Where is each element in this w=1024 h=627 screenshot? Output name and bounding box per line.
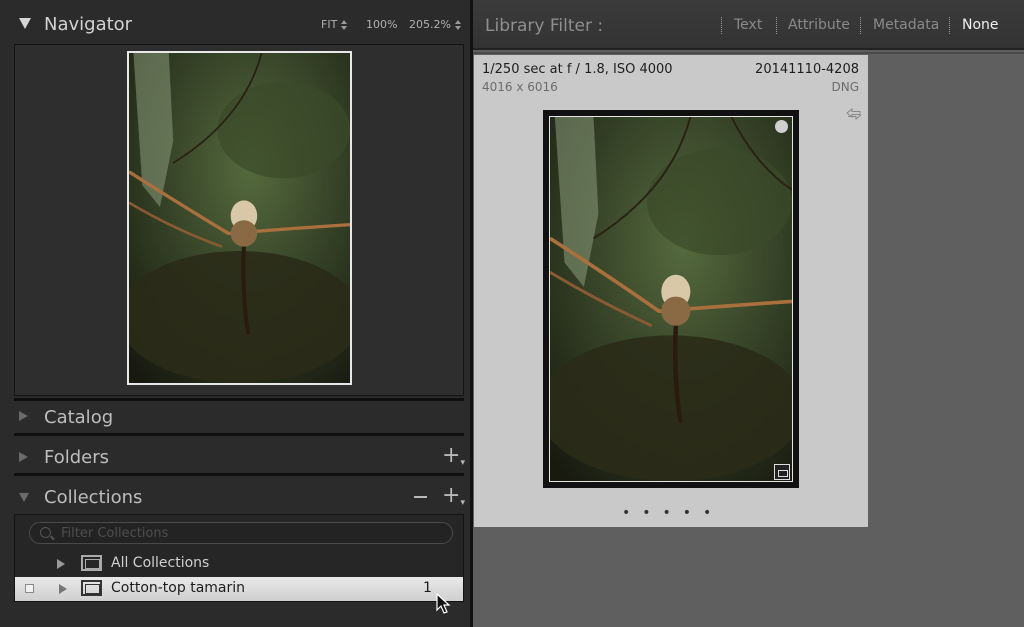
separator	[949, 17, 950, 34]
divider	[473, 52, 1024, 54]
catalog-panel-header[interactable]: Catalog	[0, 398, 470, 436]
collections-panel-header[interactable]: Collections +▾	[0, 478, 470, 516]
add-folder-plus-icon[interactable]: +▾	[442, 445, 465, 468]
filter-text-option[interactable]: Text	[734, 17, 762, 33]
separator	[860, 17, 861, 34]
collection-name: Cotton-top tamarin	[111, 580, 246, 596]
filter-collections-input[interactable]: Filter Collections	[29, 522, 453, 544]
collection-icon	[81, 580, 102, 596]
rating-dots[interactable]: •••••	[622, 505, 723, 521]
disclosure-triangle-down-icon[interactable]	[19, 18, 31, 29]
separator	[776, 17, 777, 34]
divider	[14, 433, 464, 436]
divider	[14, 473, 464, 476]
filter-attribute-option[interactable]: Attribute	[788, 17, 850, 33]
catalog-title: Catalog	[44, 407, 114, 428]
file-type: DNG	[831, 80, 859, 94]
target-collection-checkbox[interactable]	[25, 584, 34, 593]
filter-none-option[interactable]: None	[962, 17, 999, 33]
collection-row-selected[interactable]: Cotton-top tamarin 1	[15, 577, 463, 601]
disclosure-triangle-right-icon[interactable]	[59, 584, 67, 594]
disclosure-triangle-down-icon[interactable]	[19, 493, 29, 502]
magnifier-icon	[40, 527, 51, 538]
collection-row-all[interactable]: All Collections	[15, 552, 463, 576]
separator	[721, 17, 722, 34]
photo-thumbnail[interactable]	[549, 116, 793, 482]
zoom-fit-option[interactable]: FIT	[321, 18, 348, 31]
library-filter-label: Library Filter :	[485, 16, 604, 36]
collection-name: All Collections	[111, 555, 210, 571]
navigator-image[interactable]	[127, 51, 352, 385]
up-down-arrows-icon	[454, 20, 461, 30]
dimensions: 4016 x 6016	[482, 80, 558, 94]
filename: 20141110-4208	[755, 62, 859, 77]
zoom-100-option[interactable]: 100%	[366, 18, 397, 31]
navigator-title: Navigator	[44, 14, 133, 35]
up-down-arrows-icon	[340, 20, 348, 30]
mouse-pointer-icon	[436, 593, 451, 614]
disclosure-triangle-right-icon[interactable]	[19, 452, 28, 462]
collections-title: Collections	[44, 487, 143, 508]
pick-flag-icon[interactable]	[775, 120, 788, 133]
disclosure-triangle-right-icon[interactable]	[19, 411, 28, 421]
zoom-custom-option[interactable]: 205.2%	[409, 18, 461, 31]
folders-title: Folders	[44, 447, 110, 468]
disclosure-triangle-right-icon[interactable]	[57, 559, 65, 569]
collection-set-icon	[81, 555, 102, 571]
exposure-info: 1/250 sec at f / 1.8, ISO 4000	[482, 62, 673, 77]
filter-metadata-option[interactable]: Metadata	[873, 17, 939, 33]
filter-placeholder: Filter Collections	[61, 526, 169, 541]
collections-list: Filter Collections All Collections Cotto…	[14, 514, 464, 602]
add-collection-plus-icon[interactable]: +▾	[442, 485, 465, 508]
rotate-arrows-icon[interactable]	[845, 108, 863, 120]
in-collection-badge-icon[interactable]	[774, 464, 790, 480]
remove-collection-minus-icon[interactable]	[414, 496, 427, 498]
collection-count: 1	[423, 580, 432, 596]
folders-panel-header[interactable]: Folders +▾	[0, 438, 470, 476]
navigator-header[interactable]: Navigator FIT 100% 205.2%	[0, 0, 470, 44]
